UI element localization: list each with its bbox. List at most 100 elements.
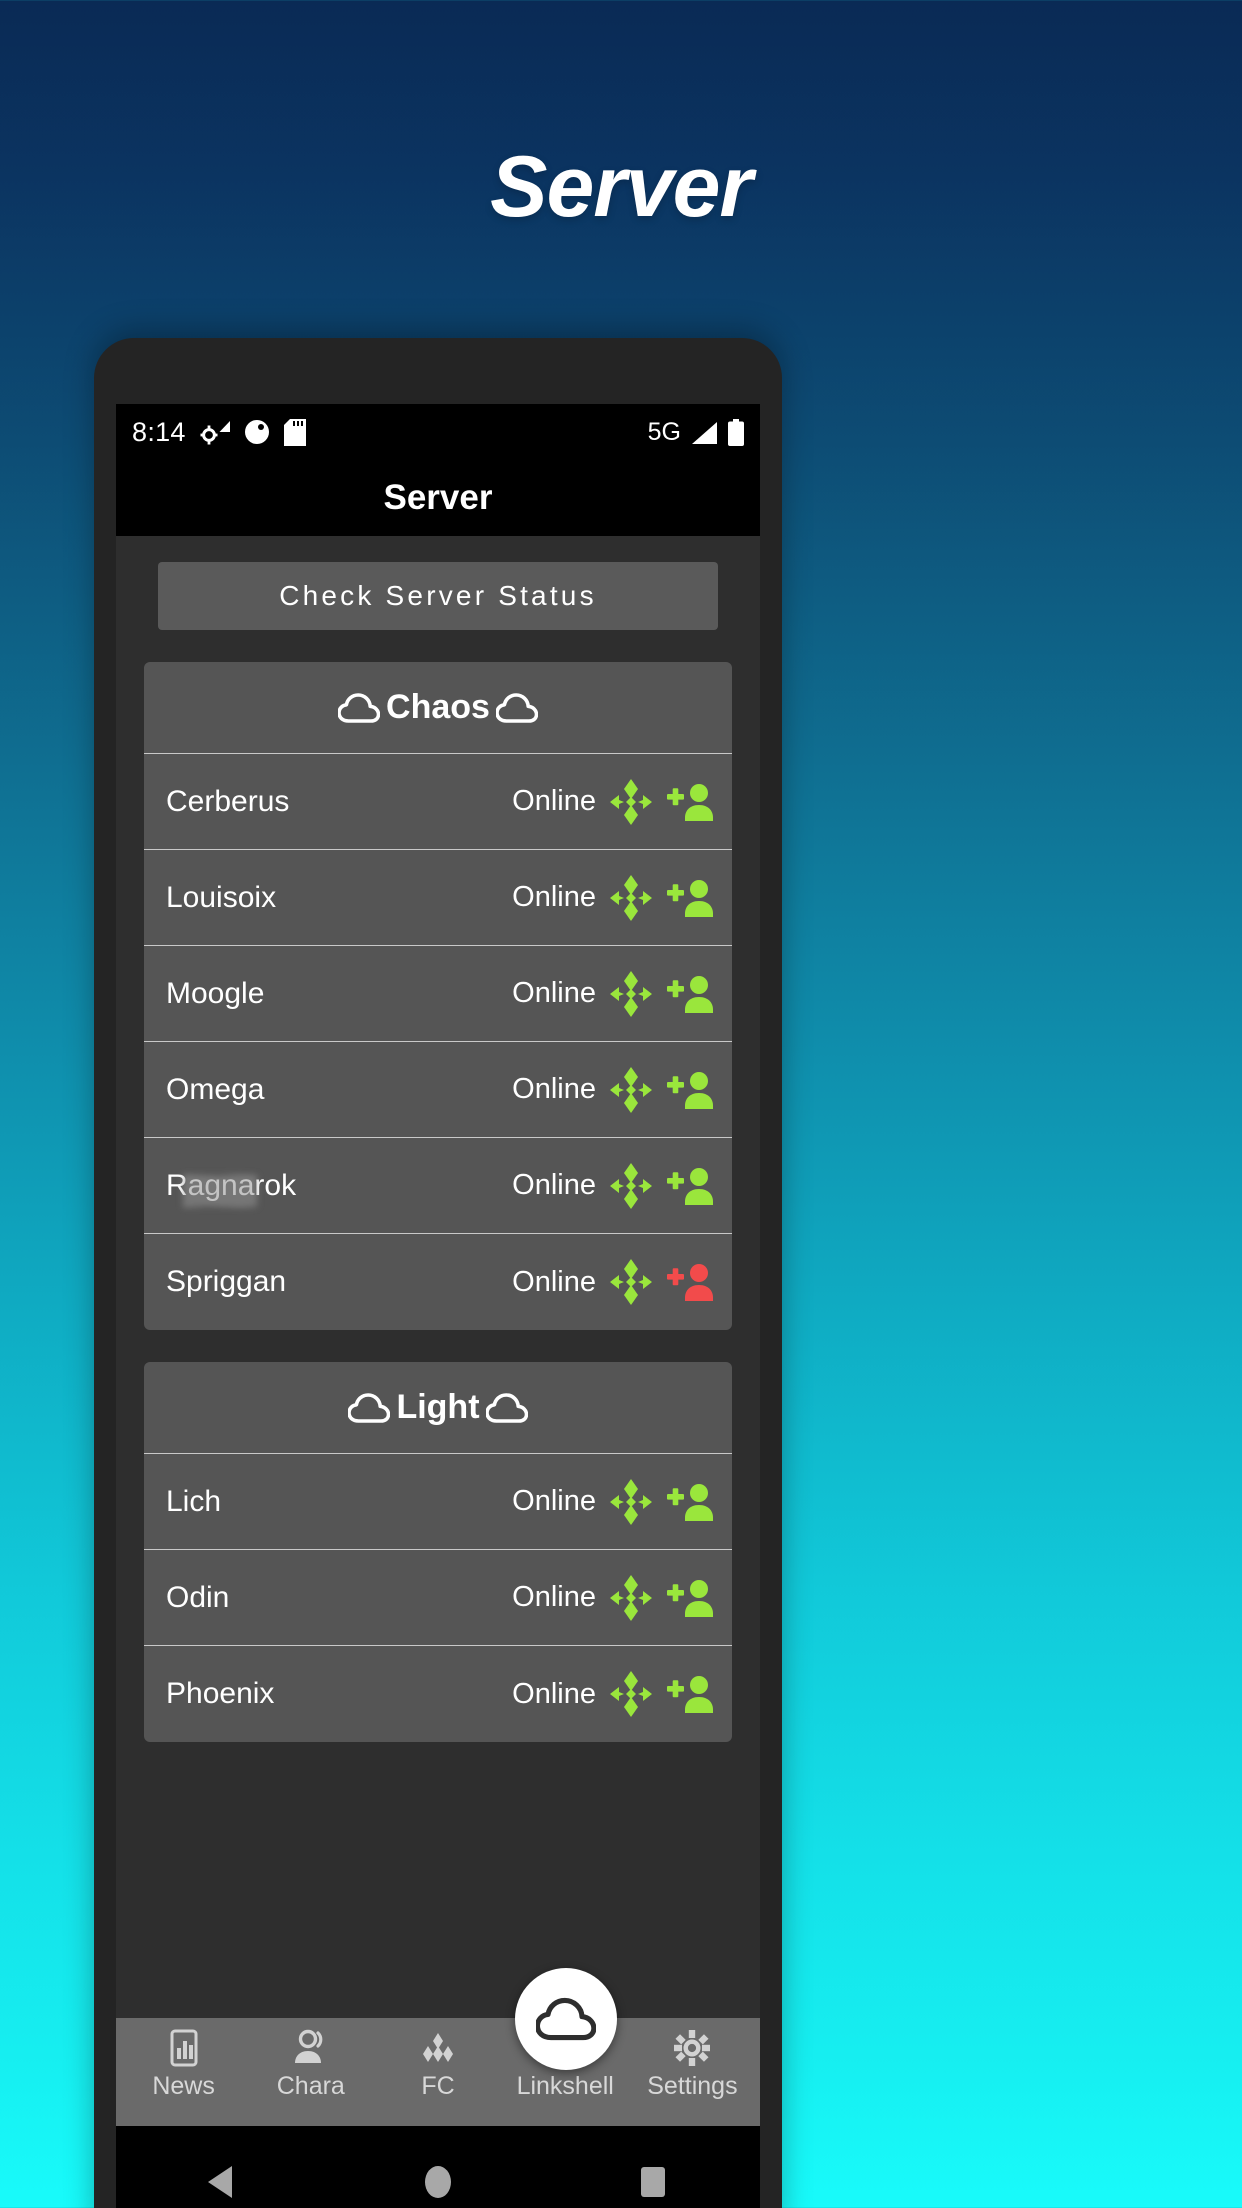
diamond-cluster-icon xyxy=(607,1478,655,1526)
server-name: Louisoix xyxy=(166,880,277,914)
android-navigation-bar xyxy=(116,2126,760,2208)
person-add-icon[interactable] xyxy=(666,1068,714,1112)
nav-item-chara[interactable]: Chara xyxy=(247,2028,374,2101)
status-bar: 8:14 5G xyxy=(116,404,760,460)
server-row[interactable]: Phoenix Online xyxy=(144,1646,732,1742)
server-row-right: Online xyxy=(512,1478,714,1526)
battery-icon xyxy=(728,418,744,446)
server-status-label: Online xyxy=(512,1677,596,1710)
server-status-label: Online xyxy=(512,1169,596,1201)
cloud-icon xyxy=(495,692,539,723)
check-server-status-button[interactable]: Check Server Status xyxy=(158,562,718,630)
server-row[interactable]: Lich Online xyxy=(144,1454,732,1550)
nav-item-label: Chara xyxy=(276,2072,345,2100)
bottom-navigation-bar: News Chara FC Linkshell Settings xyxy=(116,2018,760,2126)
datacenter-header: Light xyxy=(144,1362,732,1454)
back-triangle-icon[interactable] xyxy=(193,2158,253,2206)
server-row-right: Online xyxy=(512,1670,714,1718)
server-row-right: Online xyxy=(512,1066,714,1114)
signal-icon xyxy=(691,421,718,444)
person-add-icon[interactable] xyxy=(666,972,714,1016)
server-name: Ragnarok xyxy=(166,1169,296,1207)
server-row[interactable]: Omega Online xyxy=(144,1042,732,1138)
person-add-icon[interactable] xyxy=(666,1260,714,1304)
news-chart-icon xyxy=(164,2028,204,2068)
page-title: Server xyxy=(490,139,753,235)
server-name: Phoenix xyxy=(166,1677,275,1710)
server-status-label: Online xyxy=(512,1265,596,1298)
datacenter-name: Light xyxy=(396,1388,480,1426)
server-row[interactable]: Spriggan Online xyxy=(144,1234,732,1330)
diamond-cluster-icon xyxy=(607,970,655,1018)
gear-wifi-icon xyxy=(200,419,230,445)
nav-item-label: Linkshell xyxy=(516,2072,614,2100)
recents-square-icon[interactable] xyxy=(623,2158,683,2206)
diamond-cluster-icon xyxy=(607,1066,655,1114)
diamond-cluster-icon xyxy=(607,778,655,826)
diamond-cluster-icon xyxy=(607,874,655,922)
person-icon xyxy=(291,2028,331,2068)
server-row-right: Online xyxy=(512,778,714,826)
datacenter-card: Light Lich Online Odin Online Phoenix Online xyxy=(144,1362,732,1742)
server-name: Spriggan xyxy=(166,1265,287,1298)
home-circle-icon[interactable] xyxy=(408,2158,468,2206)
server-status-label: Online xyxy=(512,1485,596,1517)
server-name: Cerberus xyxy=(166,784,290,818)
status-bar-left: 8:14 xyxy=(132,417,306,448)
server-status-label: Online xyxy=(512,881,596,913)
server-row[interactable]: Louisoix Online xyxy=(144,850,732,946)
server-row[interactable]: Odin Online xyxy=(144,1550,732,1646)
server-name: Omega xyxy=(166,1072,265,1106)
person-add-icon[interactable] xyxy=(666,1576,714,1620)
nav-item-label: FC xyxy=(421,2072,455,2100)
app-bar: Server xyxy=(116,460,760,536)
sd-card-icon xyxy=(283,418,306,446)
server-status-label: Online xyxy=(512,1073,596,1105)
fc-diamonds-icon xyxy=(418,2028,458,2068)
diamond-cluster-icon xyxy=(607,1670,655,1718)
phone-device-frame: 8:14 5G Server Check Server Status Chaos… xyxy=(94,338,782,2208)
datacenter-header: Chaos xyxy=(144,662,732,754)
status-bar-right: 5G xyxy=(648,418,744,447)
person-add-icon[interactable] xyxy=(666,1480,714,1524)
datacenter-card: Chaos Cerberus Online Louisoix Online Moogle O… xyxy=(144,662,732,1330)
person-add-icon[interactable] xyxy=(666,1164,714,1208)
main-content: Check Server Status Chaos Cerberus Online L… xyxy=(116,536,760,2208)
datacenter-name: Chaos xyxy=(386,688,490,726)
nav-item-settings[interactable]: Settings xyxy=(629,2028,756,2101)
app-bar-title: Server xyxy=(383,478,493,517)
datacenter-list: Chaos Cerberus Online Louisoix Online Moogle O… xyxy=(116,662,760,1742)
diamond-cluster-icon xyxy=(607,1258,655,1306)
cloud-icon xyxy=(337,692,381,723)
status-bar-clock: 8:14 xyxy=(132,416,186,447)
server-name: Odin xyxy=(166,1580,230,1614)
server-row-right: Online xyxy=(512,1574,714,1622)
person-add-icon[interactable] xyxy=(666,1672,714,1716)
server-row[interactable]: Ragnarok Online xyxy=(144,1138,732,1234)
nav-item-news[interactable]: News xyxy=(120,2028,247,2101)
gear-icon xyxy=(672,2028,712,2068)
diamond-cluster-icon xyxy=(607,1574,655,1622)
server-status-label: Online xyxy=(512,1581,596,1613)
server-row-right: Online xyxy=(512,1162,714,1210)
diamond-cluster-icon xyxy=(607,1162,655,1210)
nav-item-label: News xyxy=(152,2072,215,2100)
server-row[interactable]: Moogle Online xyxy=(144,946,732,1042)
dnd-moon-icon xyxy=(244,419,270,445)
nav-item-fc[interactable]: FC xyxy=(374,2028,501,2101)
person-add-icon[interactable] xyxy=(666,876,714,920)
server-fab-button[interactable] xyxy=(515,1968,617,2070)
server-row-right: Online xyxy=(512,970,714,1018)
server-name: Lich xyxy=(166,1484,222,1518)
nav-item-label: Settings xyxy=(647,2072,738,2100)
cloud-icon xyxy=(484,1392,528,1423)
server-row-right: Online xyxy=(512,874,714,922)
server-status-label: Online xyxy=(512,785,596,817)
server-row[interactable]: Cerberus Online xyxy=(144,754,732,850)
server-row-right: Online xyxy=(512,1258,714,1306)
cloud-icon xyxy=(534,1997,597,2041)
person-add-icon[interactable] xyxy=(666,780,714,824)
network-type-label: 5G xyxy=(647,417,681,446)
phone-screen: 8:14 5G Server Check Server Status Chaos… xyxy=(116,404,760,2208)
cloud-icon xyxy=(347,1392,391,1423)
